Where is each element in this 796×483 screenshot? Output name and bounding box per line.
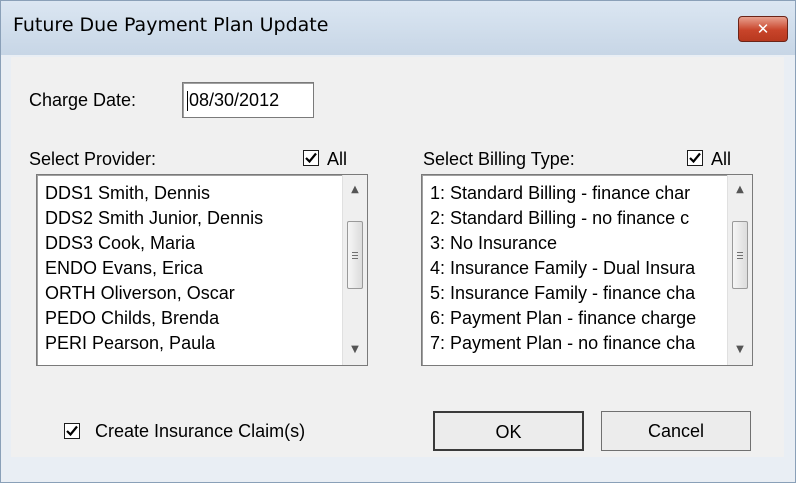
close-button[interactable]: ✕: [738, 16, 788, 42]
list-item[interactable]: DDS1 Smith, Dennis: [45, 183, 210, 204]
list-item[interactable]: DDS2 Smith Junior, Dennis: [45, 208, 263, 229]
window-bottom-border: [11, 457, 784, 481]
charge-date-input[interactable]: 08/30/2012: [182, 82, 314, 118]
provider-all-checkbox[interactable]: [303, 150, 319, 166]
grip-line: [352, 258, 358, 259]
scroll-down-icon[interactable]: ▼: [343, 339, 367, 361]
grip-line: [737, 258, 743, 259]
scrollbar-thumb[interactable]: [732, 221, 748, 289]
provider-listbox[interactable]: DDS1 Smith, Dennis DDS2 Smith Junior, De…: [36, 174, 368, 366]
list-item[interactable]: ORTH Oliverson, Oscar: [45, 283, 235, 304]
ok-button[interactable]: OK: [433, 411, 584, 451]
list-item[interactable]: ENDO Evans, Erica: [45, 258, 203, 279]
grip-line: [352, 252, 358, 253]
charge-date-value: 08/30/2012: [189, 90, 280, 110]
create-insurance-claim-checkbox[interactable]: [64, 423, 80, 439]
text-caret: [187, 91, 188, 112]
title-bar[interactable]: Future Due Payment Plan Update ✕: [1, 1, 795, 55]
select-provider-label: Select Provider:: [29, 149, 157, 169]
close-icon: ✕: [756, 20, 770, 38]
scroll-down-icon[interactable]: ▼: [728, 339, 752, 361]
grip-line: [737, 252, 743, 253]
checkmark-icon: [689, 152, 701, 164]
scroll-up-icon[interactable]: ▲: [343, 179, 367, 201]
billing-all-checkbox[interactable]: [687, 150, 703, 166]
list-item[interactable]: 7: Payment Plan - no finance cha: [430, 333, 695, 354]
list-item[interactable]: 3: No Insurance: [430, 233, 557, 254]
billing-type-listbox[interactable]: 1: Standard Billing - finance char 2: St…: [421, 174, 753, 366]
scroll-up-icon[interactable]: ▲: [728, 179, 752, 201]
provider-all-label: All: [327, 149, 348, 169]
list-item[interactable]: 6: Payment Plan - finance charge: [430, 308, 696, 329]
billing-all-label: All: [711, 149, 732, 169]
provider-scrollbar[interactable]: ▲ ▼: [342, 175, 367, 365]
list-item[interactable]: 4: Insurance Family - Dual Insura: [430, 258, 695, 279]
list-item[interactable]: 1: Standard Billing - finance char: [430, 183, 690, 204]
grip-line: [737, 255, 743, 256]
dialog-body: Charge Date: 08/30/2012 Select Provider:…: [11, 57, 784, 457]
checkmark-icon: [305, 152, 317, 164]
billing-scrollbar[interactable]: ▲ ▼: [727, 175, 752, 365]
cancel-button[interactable]: Cancel: [601, 411, 751, 451]
checkmark-icon: [66, 425, 78, 437]
dialog-window: Future Due Payment Plan Update ✕ Charge …: [0, 0, 796, 483]
window-title: Future Due Payment Plan Update: [13, 14, 329, 36]
create-insurance-claim-label: Create Insurance Claim(s): [95, 421, 306, 441]
grip-line: [352, 255, 358, 256]
charge-date-label: Charge Date:: [29, 90, 137, 110]
list-item[interactable]: PEDO Childs, Brenda: [45, 308, 219, 329]
scrollbar-thumb[interactable]: [347, 221, 363, 289]
list-item[interactable]: 2: Standard Billing - no finance c: [430, 208, 689, 229]
list-item[interactable]: DDS3 Cook, Maria: [45, 233, 195, 254]
select-billing-type-label: Select Billing Type:: [423, 149, 575, 169]
list-item[interactable]: 5: Insurance Family - finance cha: [430, 283, 695, 304]
list-item[interactable]: PERI Pearson, Paula: [45, 333, 215, 354]
